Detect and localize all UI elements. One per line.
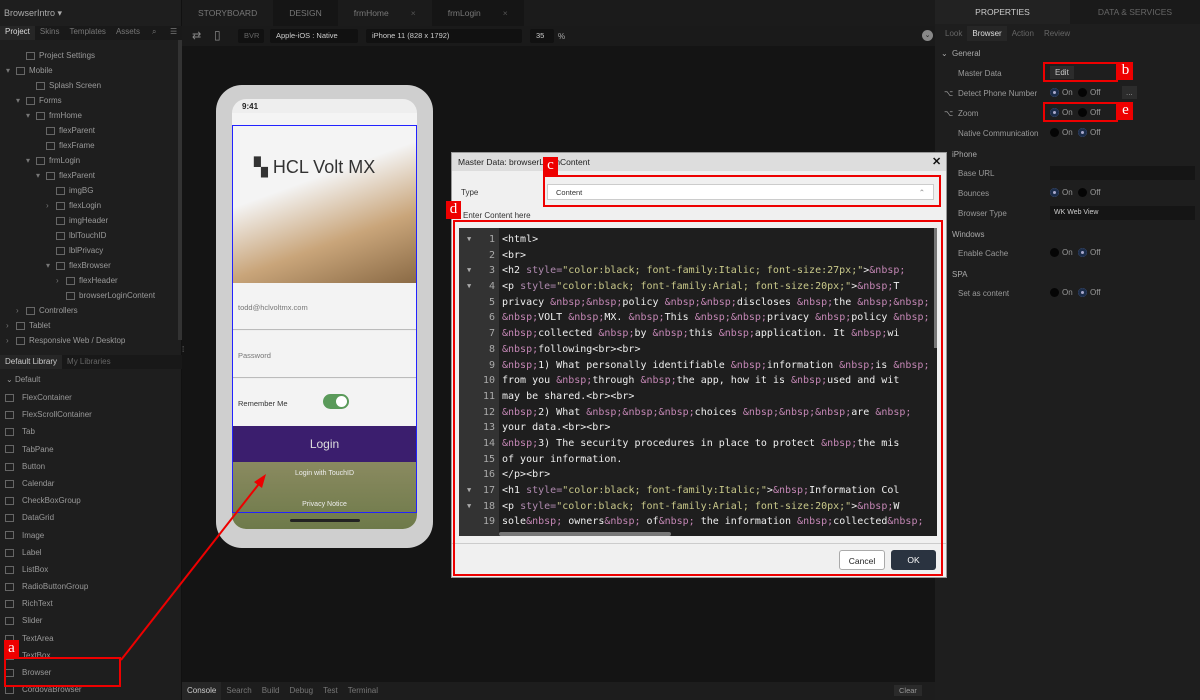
annotation-box-d xyxy=(453,220,943,576)
annotation-label-e: e xyxy=(1118,102,1133,120)
annotation-label-b: b xyxy=(1118,62,1133,80)
annotation-label-c: c xyxy=(543,157,558,175)
annotation-box-c xyxy=(543,175,941,207)
annotation-box-b xyxy=(1043,62,1118,82)
annotation-box-e xyxy=(1043,102,1118,122)
annotation-label-d: d xyxy=(446,201,461,219)
